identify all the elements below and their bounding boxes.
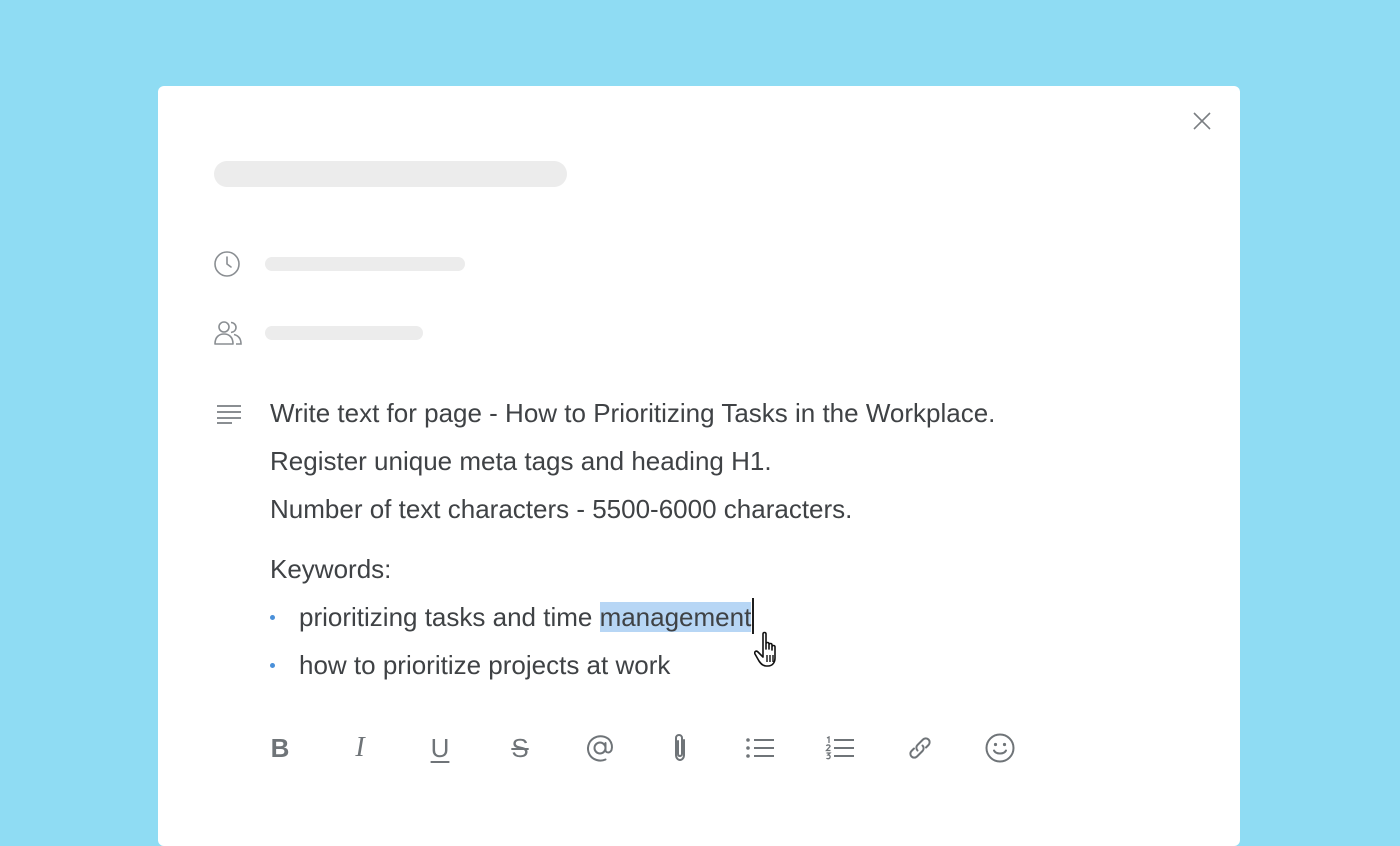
formatting-toolbar: B I U S — [258, 726, 1022, 770]
text-caret — [752, 598, 755, 634]
bold-button[interactable]: B — [258, 726, 302, 770]
bulleted-list-icon — [746, 738, 774, 758]
link-icon — [909, 737, 931, 759]
description-editor[interactable]: Write text for page - How to Prioritizin… — [270, 389, 1170, 689]
description-line: Number of text characters - 5500-6000 ch… — [270, 494, 853, 524]
list-item: prioritizing tasks and time management — [270, 593, 1170, 641]
people-icon — [213, 319, 243, 347]
underline-button[interactable]: U — [418, 726, 462, 770]
bulleted-list-button[interactable] — [738, 726, 782, 770]
description-line: Write text for page - How to Prioritizin… — [270, 398, 996, 428]
description-line: Register unique meta tags and heading H1… — [270, 446, 772, 476]
smiley-icon — [985, 733, 1015, 763]
italic-icon: I — [355, 732, 365, 763]
keywords-label: Keywords: — [270, 554, 392, 584]
date-placeholder — [265, 257, 465, 271]
keyword-text: how to prioritize projects at work — [299, 650, 671, 680]
bullet-dot — [270, 663, 275, 668]
list-item: how to prioritize projects at work — [270, 641, 1170, 689]
mention-button[interactable] — [578, 726, 622, 770]
bullet-dot — [270, 615, 275, 620]
underline-icon: U — [430, 732, 450, 763]
keyword-text: prioritizing tasks and time — [299, 602, 600, 632]
description-icon — [216, 404, 242, 424]
task-modal: Write text for page - How to Prioritizin… — [158, 86, 1240, 846]
bold-icon: B — [270, 732, 290, 763]
hand-cursor-icon — [753, 630, 788, 672]
selected-text: management — [599, 602, 752, 632]
close-button[interactable] — [1191, 110, 1213, 132]
strikethrough-button[interactable]: S — [498, 726, 542, 770]
strikethrough-icon: S — [511, 732, 529, 763]
attach-button[interactable] — [658, 726, 702, 770]
numbered-list-button[interactable] — [818, 726, 862, 770]
paperclip-icon — [675, 733, 685, 762]
close-icon — [1193, 112, 1211, 130]
assignees-placeholder — [265, 326, 423, 340]
clock-icon — [213, 250, 241, 278]
italic-button[interactable]: I — [338, 726, 382, 770]
link-button[interactable] — [898, 726, 942, 770]
emoji-button[interactable] — [978, 726, 1022, 770]
keywords-list: prioritizing tasks and time management h… — [270, 593, 1170, 689]
at-sign-icon — [587, 735, 613, 762]
title-placeholder — [214, 161, 567, 187]
numbered-list-icon — [825, 736, 854, 760]
